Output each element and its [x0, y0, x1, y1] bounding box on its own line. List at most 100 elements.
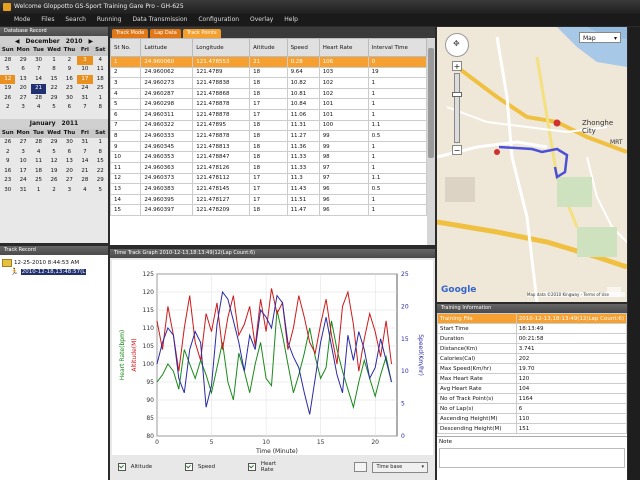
- calendar-day[interactable]: 11: [93, 65, 108, 75]
- table-row[interactable]: 1 24.960060 121.478553 21 0.28 106 0: [110, 56, 428, 68]
- calendar-day[interactable]: 26: [0, 94, 15, 104]
- calendar-day[interactable]: 30: [62, 94, 77, 104]
- calendar-day[interactable]: 5: [46, 103, 61, 113]
- calendar-day[interactable]: 28: [0, 56, 15, 66]
- menu-data-transmission[interactable]: Data Transmission: [132, 16, 187, 23]
- calendar-day[interactable]: 17: [15, 167, 30, 177]
- calendar-day[interactable]: 31: [15, 186, 30, 196]
- scroll-thumb[interactable]: [428, 48, 434, 158]
- menu-overlay[interactable]: Overlay: [250, 16, 273, 23]
- calendar-day[interactable]: 3: [77, 55, 93, 65]
- calendar-day[interactable]: 30: [31, 56, 46, 66]
- menu-running[interactable]: Running: [97, 16, 122, 23]
- heart-rate-checkbox[interactable]: [248, 463, 256, 471]
- map-type-select[interactable]: Map ▾: [579, 32, 621, 43]
- calendar-day[interactable]: 11: [31, 157, 46, 167]
- tab-track-mode[interactable]: Track Mode: [112, 29, 149, 38]
- tab-lap-data[interactable]: Lap Data: [150, 29, 181, 38]
- table-row[interactable]: 12 24.960373 121.478112 17 11.3 97 1.1: [110, 172, 428, 185]
- zoom-slider[interactable]: [452, 73, 462, 143]
- table-row[interactable]: 8 24.960333 121.478878 18 11.27 99 0.5: [110, 130, 428, 142]
- calendar-day[interactable]: 4: [77, 186, 92, 196]
- calendar-day[interactable]: 3: [15, 103, 30, 113]
- map-pan-control[interactable]: ✥: [445, 33, 469, 57]
- calendar-day[interactable]: 16: [0, 167, 15, 177]
- calendar-day[interactable]: 12: [0, 74, 16, 84]
- speed-checkbox[interactable]: [185, 463, 193, 471]
- zoom-in-button[interactable]: +: [452, 61, 462, 71]
- calendar-day[interactable]: 21: [30, 84, 47, 94]
- tree-track-item[interactable]: 🏃 2010-12-18,13:48:57(L: [2, 267, 106, 276]
- column-header[interactable]: Speed: [286, 38, 320, 57]
- calendar-day[interactable]: 5: [0, 65, 15, 75]
- calendar-day[interactable]: 8: [93, 103, 108, 113]
- calendar-day[interactable]: 4: [31, 148, 46, 158]
- menu-configuration[interactable]: Configuration: [198, 16, 239, 23]
- calendar-day[interactable]: 27: [15, 138, 30, 148]
- calendar-day[interactable]: 25: [93, 84, 108, 94]
- calendar-day[interactable]: 14: [31, 75, 46, 85]
- table-row[interactable]: 10 24.960353 121.478847 18 11.33 98 1: [110, 151, 428, 163]
- column-header[interactable]: Longitude: [192, 38, 251, 57]
- table-row[interactable]: 3 24.960273 121.478838 18 10.82 102 1: [110, 77, 428, 89]
- calendar-day[interactable]: 24: [77, 84, 92, 94]
- calendar-day[interactable]: 15: [46, 75, 61, 85]
- calendar-day[interactable]: 18: [93, 75, 108, 85]
- calendar-day[interactable]: 8: [93, 148, 108, 158]
- calendar-day[interactable]: 13: [15, 75, 30, 85]
- chart-settings-icon[interactable]: [354, 462, 368, 472]
- calendar-day[interactable]: 23: [0, 176, 15, 186]
- calendar-day[interactable]: 28: [77, 176, 92, 186]
- calendar-day[interactable]: 5: [93, 186, 108, 196]
- calendar-day[interactable]: 3: [62, 186, 77, 196]
- calendar-day[interactable]: 26: [46, 176, 61, 186]
- calendar-day[interactable]: 30: [0, 186, 15, 196]
- column-header[interactable]: Latitude: [140, 38, 194, 57]
- calendar-day[interactable]: 22: [93, 167, 108, 177]
- zoom-out-button[interactable]: −: [452, 145, 462, 155]
- table-row[interactable]: 13 24.960383 121.478145 17 11.43 96 0.5: [110, 183, 428, 195]
- calendar-day[interactable]: 17: [77, 74, 93, 84]
- calendar-day[interactable]: 6: [62, 103, 77, 113]
- table-row[interactable]: 15 24.960397 121.478209 18 11.47 96 1: [110, 204, 428, 216]
- calendar-day[interactable]: 27: [15, 94, 30, 104]
- zoom-slider-thumb[interactable]: [452, 92, 462, 97]
- prev-month-arrow-icon[interactable]: ◀: [15, 38, 20, 45]
- calendar-day[interactable]: 18: [31, 167, 46, 177]
- calendar-day[interactable]: 31: [77, 94, 92, 104]
- calendar-day[interactable]: 7: [77, 103, 92, 113]
- menu-files[interactable]: Files: [41, 16, 54, 23]
- column-header[interactable]: St No.: [110, 38, 142, 57]
- calendar-day[interactable]: 24: [15, 176, 30, 186]
- altitude-checkbox[interactable]: [118, 463, 126, 471]
- calendar-day[interactable]: 6: [62, 148, 77, 158]
- calendar-day[interactable]: 3: [15, 148, 30, 158]
- calendar-day[interactable]: 29: [15, 56, 30, 66]
- table-row[interactable]: 7 24.960322 121.47895 18 11.31 100 1.1: [110, 119, 428, 132]
- calendar-day[interactable]: 8: [46, 65, 61, 75]
- calendar-day[interactable]: 19: [46, 167, 61, 177]
- menu-help[interactable]: Help: [284, 16, 298, 23]
- calendar-day[interactable]: 13: [62, 157, 77, 167]
- table-row[interactable]: 9 24.960345 121.478813 18 11.36 99 1: [110, 140, 428, 153]
- calendar-day[interactable]: 20: [15, 84, 30, 94]
- calendar-day[interactable]: 10: [15, 157, 30, 167]
- calendar-day[interactable]: 1: [31, 186, 46, 196]
- calendar-day[interactable]: 28: [31, 138, 46, 148]
- calendar-day[interactable]: 5: [46, 148, 61, 158]
- calendar-day[interactable]: 27: [62, 176, 77, 186]
- tab-track-points[interactable]: Track Points: [182, 29, 221, 38]
- menu-mode[interactable]: Mode: [14, 16, 30, 23]
- calendar-day[interactable]: 26: [0, 138, 15, 148]
- calendar-day[interactable]: 9: [0, 157, 15, 167]
- calendar-day[interactable]: 14: [77, 157, 92, 167]
- calendar-day[interactable]: 29: [46, 94, 61, 104]
- note-textarea[interactable]: [439, 448, 625, 468]
- table-row[interactable]: 4 24.960287 121.478868 18 10.81 102 1: [110, 87, 428, 100]
- calendar-day[interactable]: 16: [62, 75, 77, 85]
- calendar-day[interactable]: 15: [93, 157, 108, 167]
- calendar-day[interactable]: 28: [31, 94, 46, 104]
- column-header[interactable]: Interval Time: [367, 38, 428, 57]
- tree-folder-item[interactable]: 12-25-2010 8:44:53 AM: [2, 258, 106, 267]
- table-scrollbar[interactable]: [427, 38, 435, 245]
